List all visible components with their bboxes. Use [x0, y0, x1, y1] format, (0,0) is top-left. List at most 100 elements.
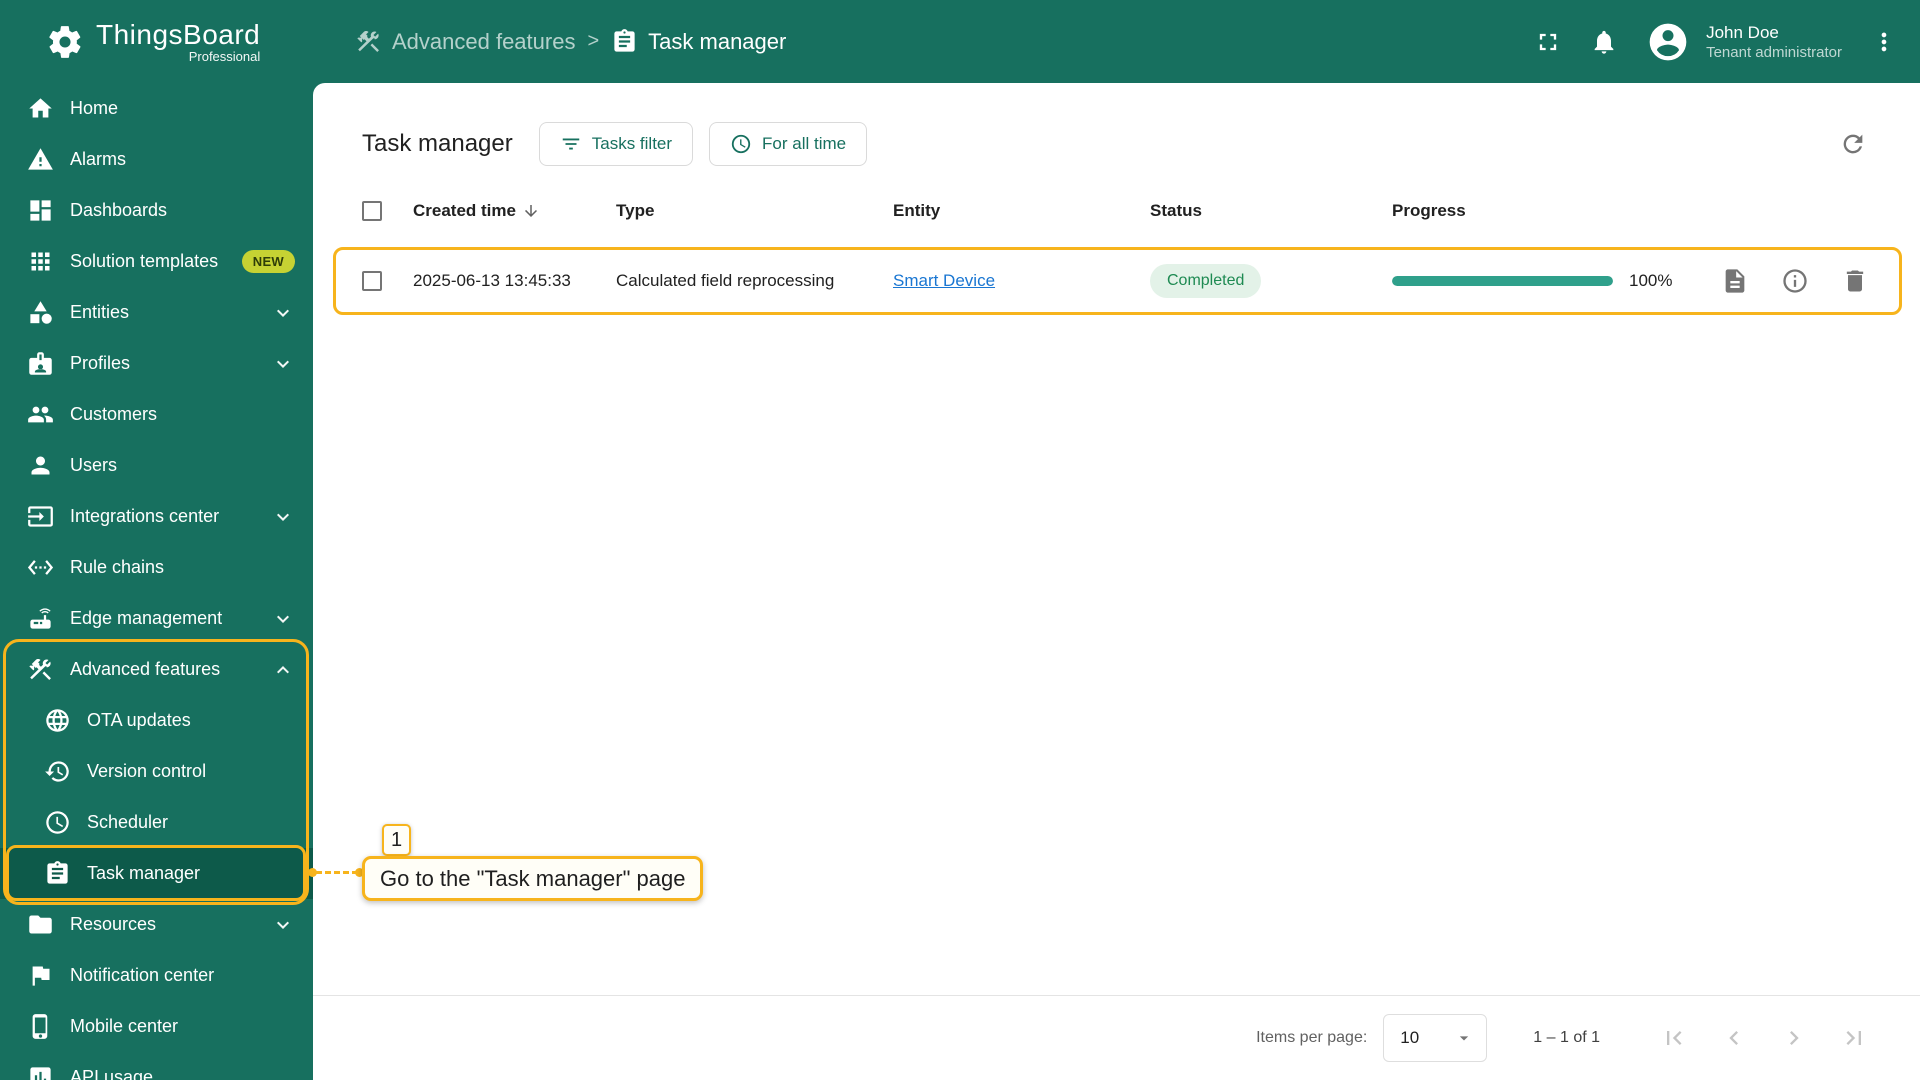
- breadcrumb-advanced-features[interactable]: Advanced features: [355, 28, 575, 55]
- cell-progress: 100%: [1392, 271, 1721, 291]
- globe-icon: [44, 707, 71, 734]
- apps-icon: [27, 248, 54, 275]
- sidebar-item-advanced-features[interactable]: Advanced features: [0, 644, 313, 695]
- progress-bar: [1392, 276, 1613, 286]
- fullscreen-button[interactable]: [1534, 28, 1562, 56]
- category-icon: [27, 299, 54, 326]
- history-icon: [44, 758, 71, 785]
- dashboard-icon: [27, 197, 54, 224]
- notifications-button[interactable]: [1590, 28, 1618, 56]
- task-details-file-icon[interactable]: [1721, 267, 1749, 295]
- app-edition: Professional: [188, 48, 261, 64]
- chart-icon: [27, 1064, 54, 1080]
- sidebar-item-users[interactable]: Users: [0, 440, 313, 491]
- table-row[interactable]: 2025-06-13 13:45:33 Calculated field rep…: [362, 264, 1869, 298]
- breadcrumb-label: Task manager: [648, 28, 787, 54]
- sidebar-item-api-usage[interactable]: API usage: [0, 1052, 313, 1080]
- app-name: ThingsBoard: [96, 18, 261, 50]
- ethernet-icon: [27, 554, 54, 581]
- construction-icon: [27, 656, 54, 683]
- chevron-down-icon: [271, 607, 295, 631]
- refresh-icon: [1839, 130, 1867, 158]
- breadcrumb-label: Advanced features: [392, 28, 576, 54]
- progress-bar-fill: [1392, 276, 1613, 286]
- breadcrumb: Advanced features > Task manager: [355, 28, 786, 55]
- chevron-down-icon: [271, 913, 295, 937]
- main-content: Task manager Tasks filter For all time C…: [313, 83, 1920, 1080]
- person-icon: [27, 452, 54, 479]
- sidebar-item-customers[interactable]: Customers: [0, 389, 313, 440]
- progress-label: 100%: [1629, 271, 1673, 290]
- delete-icon[interactable]: [1841, 267, 1869, 295]
- items-per-page-value: 10: [1400, 1028, 1420, 1047]
- column-entity[interactable]: Entity: [893, 201, 1150, 221]
- page-range-label: 1 – 1 of 1: [1533, 1029, 1600, 1046]
- row-checkbox[interactable]: [362, 271, 382, 291]
- bell-icon: [1590, 28, 1618, 56]
- sidebar-item-integrations-center[interactable]: Integrations center: [0, 491, 313, 542]
- sidebar-item-rule-chains[interactable]: Rule chains: [0, 542, 313, 593]
- page-title: Task manager: [362, 130, 513, 157]
- cell-type: Calculated field reprocessing: [616, 271, 835, 290]
- clock-icon: [44, 809, 71, 836]
- task-manager-icon: [611, 28, 638, 55]
- first-page-button[interactable]: [1660, 1024, 1688, 1052]
- more-menu-button[interactable]: [1870, 28, 1898, 56]
- warning-icon: [27, 146, 54, 173]
- sidebar-item-alarms[interactable]: Alarms: [0, 134, 313, 185]
- sidebar-item-entities[interactable]: Entities: [0, 287, 313, 338]
- refresh-button[interactable]: [1839, 130, 1867, 158]
- items-per-page-select[interactable]: 10: [1383, 1014, 1488, 1062]
- sidebar-item-ota-updates[interactable]: OTA updates: [0, 695, 313, 746]
- home-icon: [27, 95, 54, 122]
- entity-link[interactable]: Smart Device: [893, 271, 995, 290]
- column-status[interactable]: Status: [1150, 201, 1392, 221]
- column-progress[interactable]: Progress: [1392, 201, 1868, 221]
- previous-page-button[interactable]: [1720, 1024, 1748, 1052]
- breadcrumb-task-manager[interactable]: Task manager: [611, 28, 786, 55]
- thingsboard-logo-icon: [46, 23, 84, 61]
- avatar[interactable]: [1646, 20, 1690, 64]
- folder-icon: [27, 911, 54, 938]
- body-row: Home Alarms Dashboards Solution template…: [0, 83, 1920, 1080]
- logo-text: ThingsBoard Professional: [96, 18, 261, 64]
- sidebar-item-dashboards[interactable]: Dashboards: [0, 185, 313, 236]
- task-manager-icon: [44, 860, 71, 887]
- sidebar-item-task-manager[interactable]: Task manager: [0, 848, 313, 899]
- column-created-time[interactable]: Created time: [413, 201, 616, 221]
- logo[interactable]: ThingsBoard Professional: [0, 18, 313, 64]
- sidebar-item-notification-center[interactable]: Notification center: [0, 950, 313, 1001]
- people-icon: [27, 401, 54, 428]
- sidebar: Home Alarms Dashboards Solution template…: [0, 83, 313, 1080]
- sidebar-item-version-control[interactable]: Version control: [0, 746, 313, 797]
- info-icon[interactable]: [1781, 267, 1809, 295]
- fullscreen-icon: [1534, 28, 1562, 56]
- breadcrumb-separator: >: [587, 30, 600, 52]
- sidebar-item-resources[interactable]: Resources: [0, 899, 313, 950]
- sidebar-item-solution-templates[interactable]: Solution templates NEW: [0, 236, 313, 287]
- input-icon: [27, 503, 54, 530]
- tasks-filter-button[interactable]: Tasks filter: [538, 122, 694, 166]
- smartphone-icon: [27, 1013, 54, 1040]
- sidebar-item-home[interactable]: Home: [0, 83, 313, 134]
- sort-desc-icon: [522, 202, 540, 220]
- more-vert-icon: [1870, 28, 1898, 56]
- next-page-button[interactable]: [1780, 1024, 1808, 1052]
- select-all-checkbox[interactable]: [362, 201, 382, 221]
- badge-icon: [27, 350, 54, 377]
- sidebar-item-scheduler[interactable]: Scheduler: [0, 797, 313, 848]
- flag-icon: [27, 962, 54, 989]
- sidebar-item-mobile-center[interactable]: Mobile center: [0, 1001, 313, 1052]
- sidebar-item-edge-management[interactable]: Edge management: [0, 593, 313, 644]
- column-type[interactable]: Type: [616, 201, 893, 221]
- filter-icon: [560, 133, 582, 155]
- cell-entity: Smart Device: [893, 271, 1150, 291]
- chevron-down-icon: [271, 505, 295, 529]
- user-role: Tenant administrator: [1706, 43, 1842, 61]
- row-actions: [1721, 267, 1869, 295]
- time-filter-button[interactable]: For all time: [709, 122, 868, 166]
- last-page-button[interactable]: [1840, 1024, 1868, 1052]
- sidebar-item-profiles[interactable]: Profiles: [0, 338, 313, 389]
- new-badge: NEW: [241, 250, 295, 273]
